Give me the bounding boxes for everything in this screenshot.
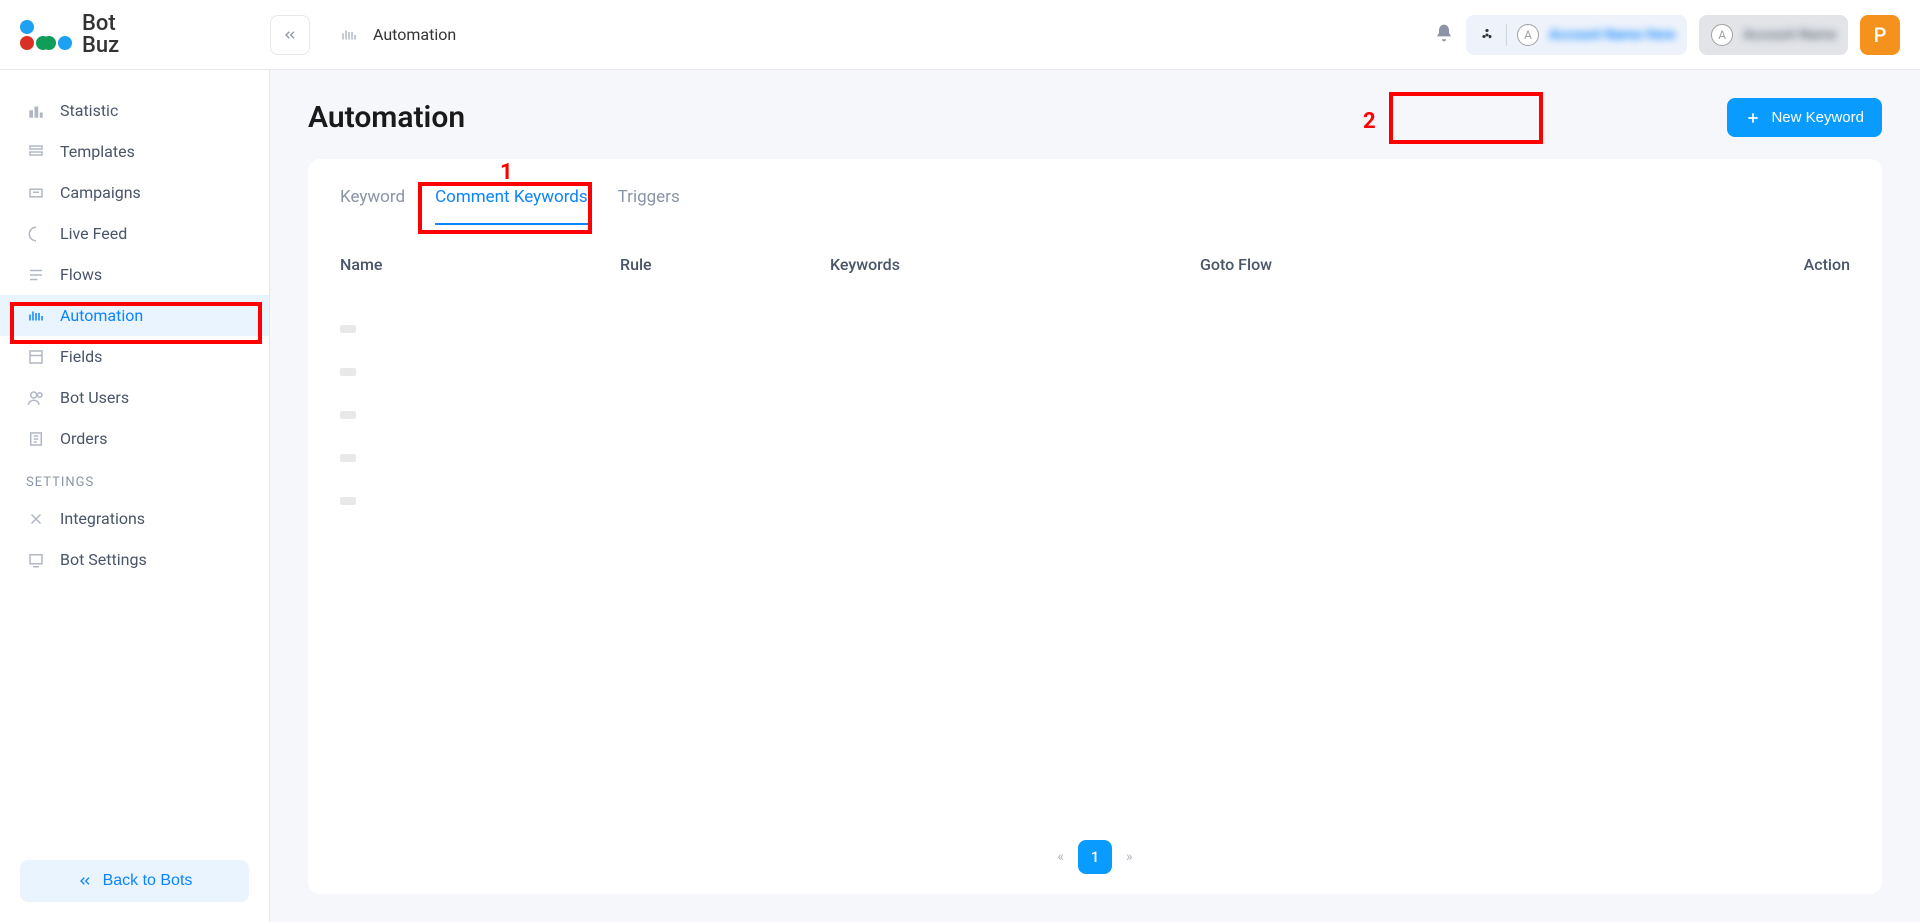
tabs: Keyword Comment Keywords Triggers [308, 159, 1882, 225]
sidebar-item-orders[interactable]: Orders [0, 418, 269, 459]
avatar-a: A [1517, 24, 1539, 46]
pagination-prev[interactable]: « [1057, 849, 1064, 865]
fields-icon [26, 348, 46, 366]
sidebar-item-label: Bot Settings [60, 550, 147, 569]
chevron-double-left-icon [77, 873, 93, 889]
sidebar-item-label: Flows [60, 265, 102, 284]
fan-icon [1478, 26, 1496, 44]
col-name: Name [340, 255, 620, 274]
orders-icon [26, 430, 46, 448]
table-row [340, 411, 356, 419]
table-row [340, 454, 356, 462]
sidebar-item-label: Orders [60, 429, 107, 448]
chart-icon [26, 102, 46, 120]
profile-letter: P [1874, 23, 1887, 47]
table-row [340, 368, 356, 376]
sidebar-item-statistic[interactable]: Statistic [0, 90, 269, 131]
col-rule: Rule [620, 255, 830, 274]
feed-icon [26, 225, 46, 243]
sidebar-item-label: Bot Users [60, 388, 129, 407]
col-goto: Goto Flow [1200, 255, 1460, 274]
sidebar-item-label: Statistic [60, 101, 118, 120]
logo-icon-b [42, 20, 72, 50]
sidebar-item-label: Live Feed [60, 224, 127, 243]
plus-icon [1745, 110, 1761, 126]
pagination-page[interactable]: 1 [1078, 840, 1112, 874]
new-keyword-label: New Keyword [1771, 109, 1864, 126]
topbar: Bot Buz Automation A Account Name Here A… [0, 0, 1920, 70]
sidebar-item-integrations[interactable]: Integrations [0, 498, 269, 539]
sidebar-item-livefeed[interactable]: Live Feed [0, 213, 269, 254]
sidebar-item-campaigns[interactable]: Campaigns [0, 172, 269, 213]
back-to-bots-label: Back to Bots [103, 872, 193, 890]
automation-icon [26, 307, 46, 325]
profile-button[interactable]: P [1860, 15, 1900, 55]
chevron-double-left-icon [282, 27, 298, 43]
users-icon [26, 389, 46, 407]
sidebar-item-fields[interactable]: Fields [0, 336, 269, 377]
sidebar-item-automation[interactable]: Automation [0, 295, 269, 336]
sidebar-item-botusers[interactable]: Bot Users [0, 377, 269, 418]
account-name: Account Name [1743, 27, 1836, 43]
divider [1506, 24, 1507, 46]
sidebar-item-label: Templates [60, 142, 135, 161]
pagination-next[interactable]: » [1126, 849, 1133, 865]
breadcrumb: Automation [340, 25, 456, 44]
flows-icon [26, 266, 46, 284]
sidebar-item-label: Automation [60, 306, 143, 325]
col-keywords: Keywords [830, 255, 1200, 274]
back-to-bots-button[interactable]: Back to Bots [20, 860, 249, 902]
megaphone-icon [26, 184, 46, 202]
table-body [308, 290, 1882, 830]
account-selector[interactable]: A Account Name [1699, 15, 1848, 55]
workspace-name: Account Name Here [1549, 27, 1675, 43]
sidebar-item-label: Campaigns [60, 183, 141, 202]
avatar-a-b: A [1711, 24, 1733, 46]
collapse-sidebar-button[interactable] [270, 15, 310, 55]
col-action: Action [1460, 255, 1850, 274]
page-title: Automation [308, 100, 465, 135]
pagination: « 1 » [308, 830, 1882, 874]
panel: Keyword Comment Keywords Triggers Name R… [308, 159, 1882, 894]
table-row [340, 497, 356, 505]
main: Automation New Keyword Keyword Comment K… [270, 70, 1920, 922]
templates-icon [26, 143, 46, 161]
notifications-button[interactable] [1434, 23, 1454, 47]
table-header: Name Rule Keywords Goto Flow Action [308, 225, 1882, 290]
breadcrumb-label: Automation [373, 25, 456, 44]
sidebar-settings-header: SETTINGS [0, 459, 269, 498]
bell-icon [1434, 23, 1454, 43]
sidebar-item-botsettings[interactable]: Bot Settings [0, 539, 269, 580]
settings-icon [26, 551, 46, 569]
automation-icon [340, 26, 358, 44]
logo[interactable]: Bot Buz [20, 13, 270, 57]
table-row [340, 325, 356, 333]
sidebar: Statistic Templates Campaigns Live Feed … [0, 70, 270, 922]
sidebar-item-label: Fields [60, 347, 102, 366]
new-keyword-button[interactable]: New Keyword [1727, 98, 1882, 137]
workspace-selector[interactable]: A Account Name Here [1466, 15, 1687, 55]
sidebar-item-flows[interactable]: Flows [0, 254, 269, 295]
integrations-icon [26, 510, 46, 528]
sidebar-item-label: Integrations [60, 509, 145, 528]
tab-keyword[interactable]: Keyword [340, 187, 405, 225]
brand-name: Bot Buz [82, 13, 119, 57]
sidebar-item-templates[interactable]: Templates [0, 131, 269, 172]
tab-comment-keywords[interactable]: Comment Keywords [435, 187, 588, 225]
tab-triggers[interactable]: Triggers [618, 187, 680, 225]
